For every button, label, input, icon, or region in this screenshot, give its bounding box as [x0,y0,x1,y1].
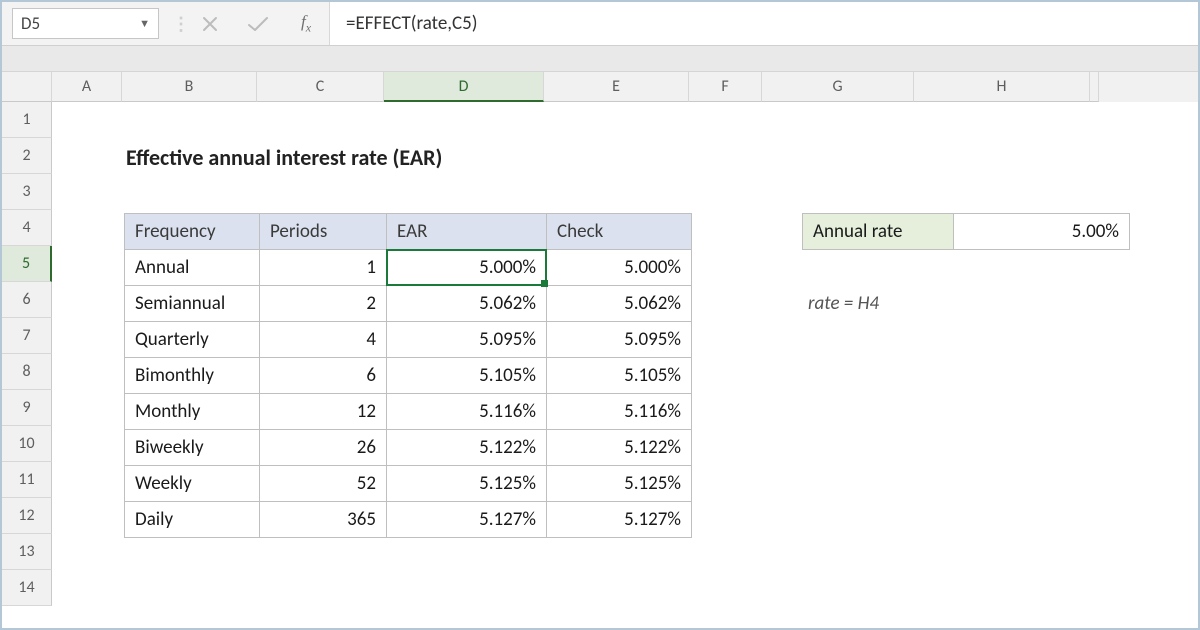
th-frequency[interactable]: Frequency [125,214,260,250]
col-header-G[interactable]: G [762,72,914,102]
cell-periods[interactable]: 2 [260,286,387,322]
cell-check[interactable]: 5.105% [547,358,692,394]
col-header-D[interactable]: D [384,72,544,102]
grid-rows: 1 2 3 4 5 6 7 8 9 10 11 12 13 14 Effecti… [2,102,1198,627]
cell-periods[interactable]: 52 [260,466,387,502]
formula-bar: D5 ▼ ⋮ fx =EFFECT(rate,C5) [2,2,1198,46]
annual-rate-value[interactable]: 5.00% [954,213,1130,250]
cell-frequency[interactable]: Semiannual [125,286,260,322]
row-header-2[interactable]: 2 [2,138,52,174]
table-row: Biweekly 26 5.122% 5.122% [125,430,692,466]
worksheet: A B C D E F G H 1 2 3 4 5 6 7 8 9 10 11 [2,72,1198,627]
col-header-F[interactable]: F [689,72,762,102]
cell-periods[interactable]: 26 [260,430,387,466]
row-header-13[interactable]: 13 [2,534,52,570]
row-header-1[interactable]: 1 [2,102,52,138]
cell-ear[interactable]: 5.062% [387,286,547,322]
name-box-container: D5 ▼ [2,2,167,45]
column-headers: A B C D E F G H [2,72,1198,102]
grid-body[interactable]: Effective annual interest rate (EAR) Fre… [52,102,1199,627]
fx-icon[interactable]: fx [293,11,319,37]
cell-frequency[interactable]: Bimonthly [125,358,260,394]
table-row: Monthly 12 5.116% 5.116% [125,394,692,430]
cell-check[interactable]: 5.125% [547,466,692,502]
cell-frequency[interactable]: Quarterly [125,322,260,358]
cell-ear[interactable]: 5.122% [387,430,547,466]
cell-check[interactable]: 5.122% [547,430,692,466]
col-header-E[interactable]: E [544,72,689,102]
chevron-down-icon[interactable]: ▼ [139,17,150,30]
col-header-edge [1090,72,1099,102]
annual-rate-label[interactable]: Annual rate [802,213,954,250]
ear-table: Frequency Periods EAR Check Annual 1 5.0… [124,213,692,538]
cell-ear[interactable]: 5.127% [387,502,547,538]
cell-frequency[interactable]: Daily [125,502,260,538]
formula-bar-buttons: fx [197,2,329,45]
row-header-8[interactable]: 8 [2,354,52,390]
th-ear[interactable]: EAR [387,214,547,250]
formula-bar-grip-icon: ⋮ [167,2,197,45]
cancel-icon[interactable] [197,11,223,37]
row-header-12[interactable]: 12 [2,498,52,534]
cell-ear[interactable]: 5.000% [387,250,547,286]
table-row: Weekly 52 5.125% 5.125% [125,466,692,502]
row-header-3[interactable]: 3 [2,174,52,210]
col-header-C[interactable]: C [257,72,384,102]
page-title: Effective annual interest rate (EAR) [126,144,442,171]
name-box[interactable]: D5 ▼ [12,8,159,39]
cell-periods[interactable]: 6 [260,358,387,394]
col-header-A[interactable]: A [52,72,122,102]
table-row: Quarterly 4 5.095% 5.095% [125,322,692,358]
table-row: Semiannual 2 5.062% 5.062% [125,286,692,322]
name-box-value: D5 [21,13,40,34]
select-all-corner[interactable] [2,72,52,102]
excel-window: D5 ▼ ⋮ fx =EFFECT(rate,C5) A B C D E [0,0,1200,630]
cell-check[interactable]: 5.062% [547,286,692,322]
rate-note: rate = H4 [808,292,879,315]
row-header-7[interactable]: 7 [2,318,52,354]
table-header-row: Frequency Periods EAR Check [125,214,692,250]
confirm-icon[interactable] [245,11,271,37]
cell-ear[interactable]: 5.125% [387,466,547,502]
col-header-B[interactable]: B [122,72,257,102]
formula-text: =EFFECT(rate,C5) [346,12,478,35]
cell-periods[interactable]: 1 [260,250,387,286]
cell-periods[interactable]: 12 [260,394,387,430]
cell-periods[interactable]: 365 [260,502,387,538]
cell-ear[interactable]: 5.105% [387,358,547,394]
cell-ear[interactable]: 5.116% [387,394,547,430]
annual-rate-box: Annual rate 5.00% [802,213,1130,250]
cell-frequency[interactable]: Biweekly [125,430,260,466]
cell-check[interactable]: 5.127% [547,502,692,538]
row-header-5[interactable]: 5 [2,246,52,282]
row-headers: 1 2 3 4 5 6 7 8 9 10 11 12 13 14 [2,102,52,627]
formula-input[interactable]: =EFFECT(rate,C5) [329,2,1198,45]
row-header-9[interactable]: 9 [2,390,52,426]
cell-frequency[interactable]: Weekly [125,466,260,502]
th-check[interactable]: Check [547,214,692,250]
ribbon-gap [2,46,1198,72]
row-header-11[interactable]: 11 [2,462,52,498]
col-header-H[interactable]: H [914,72,1090,102]
table-row: Annual 1 5.000% 5.000% [125,250,692,286]
row-header-6[interactable]: 6 [2,282,52,318]
cell-frequency[interactable]: Annual [125,250,260,286]
table-row: Daily 365 5.127% 5.127% [125,502,692,538]
row-header-10[interactable]: 10 [2,426,52,462]
cell-check[interactable]: 5.000% [547,250,692,286]
row-header-4[interactable]: 4 [2,210,52,246]
cell-frequency[interactable]: Monthly [125,394,260,430]
cell-ear[interactable]: 5.095% [387,322,547,358]
th-periods[interactable]: Periods [260,214,387,250]
table-row: Bimonthly 6 5.105% 5.105% [125,358,692,394]
row-header-14[interactable]: 14 [2,570,52,606]
cell-periods[interactable]: 4 [260,322,387,358]
cell-check[interactable]: 5.116% [547,394,692,430]
cell-check[interactable]: 5.095% [547,322,692,358]
